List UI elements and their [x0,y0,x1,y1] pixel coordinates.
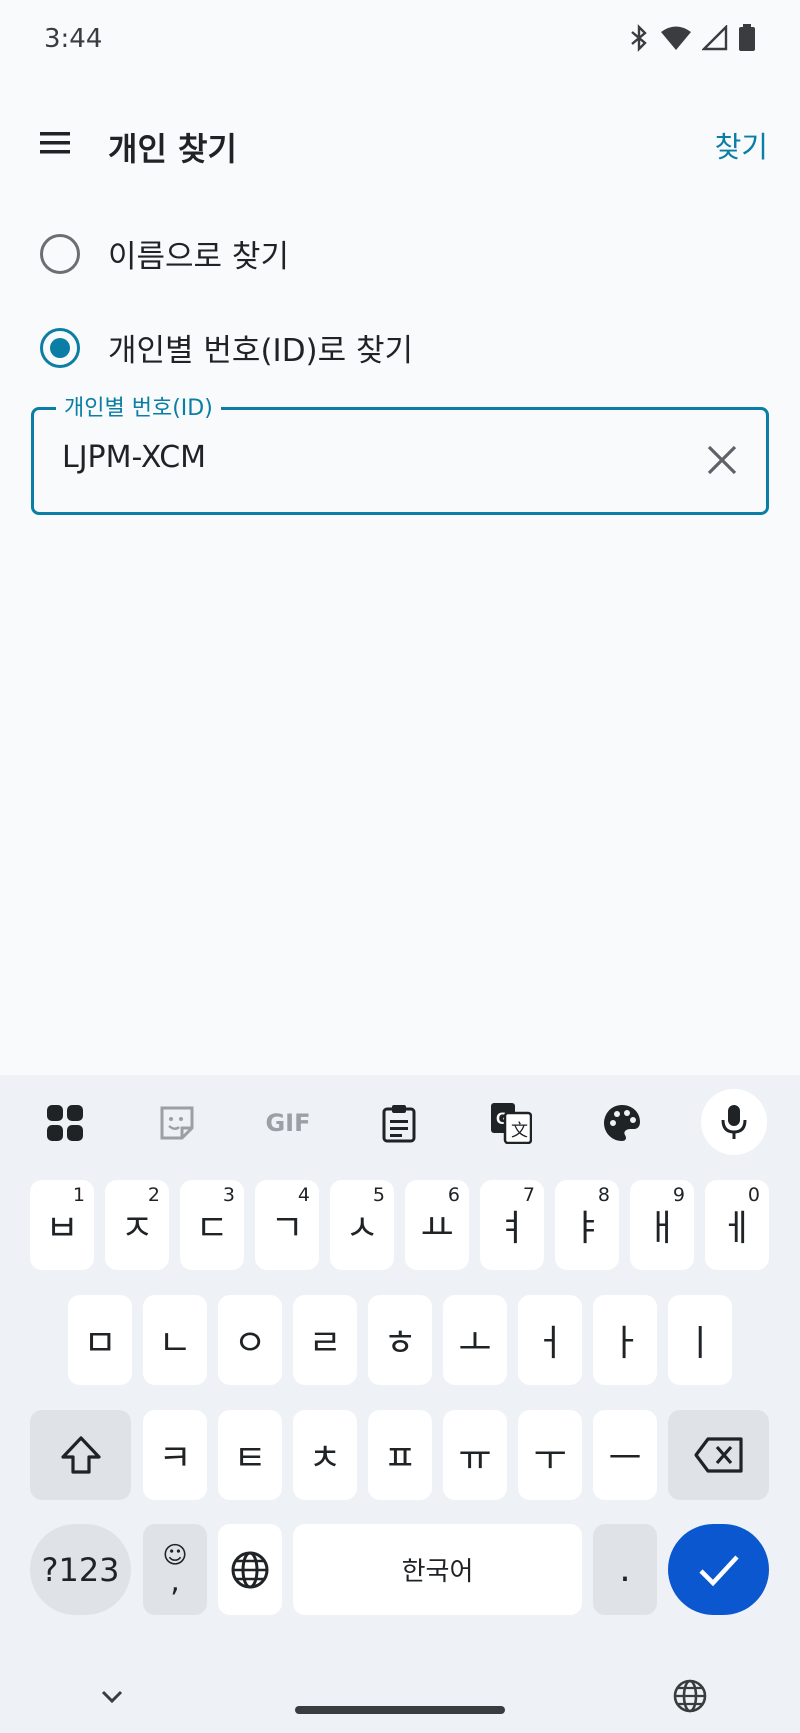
switch-keyboard-icon[interactable] [672,1678,708,1714]
apps-grid-icon[interactable] [43,1101,87,1145]
key[interactable]: ㅋ [143,1410,207,1500]
key[interactable]: ㅔ0 [705,1180,769,1270]
key[interactable]: ㄱ4 [255,1180,319,1270]
space-key[interactable]: 한국어 [293,1524,582,1615]
status-time: 3:44 [44,24,103,54]
mic-button[interactable] [701,1089,767,1155]
key[interactable]: ㅌ [218,1410,282,1500]
radio-label-name: 이름으로 찾기 [108,239,289,275]
id-field-label: 개인별 번호(ID) [56,390,221,422]
key[interactable]: ㅐ9 [630,1180,694,1270]
radio-option-name[interactable]: 이름으로 찾기 [40,231,289,276]
backspace-key[interactable] [668,1410,769,1500]
check-icon [698,1554,739,1586]
key[interactable]: ㅂ1 [30,1180,94,1270]
gif-icon[interactable]: GIF [260,1101,316,1145]
shift-icon [60,1436,101,1474]
globe-icon [231,1551,269,1588]
key[interactable]: ㅅ5 [330,1180,394,1270]
key[interactable]: ㅁ [68,1295,132,1385]
soft-keyboard: GIF G 文 ㅂ 1 ㅈ 2 ㄷ 3 ㄱ 4 ㅅ 5 ㅛ 6 ㅕ 7 ㅑ 8 … [0,1075,800,1733]
radio-button-id[interactable] [40,327,80,368]
battery-icon [739,24,755,51]
key[interactable]: ㅗ [443,1295,507,1385]
symbols-key[interactable]: ?123 [30,1524,131,1615]
key[interactable]: ㅑ8 [555,1180,619,1270]
find-button[interactable]: 찾기 [715,124,768,166]
translate-icon[interactable]: G 文 [489,1101,533,1145]
radio-button-name[interactable] [40,233,80,274]
key[interactable]: ㅡ [593,1410,657,1500]
key[interactable]: ㅛ6 [405,1180,469,1270]
signal-icon [702,25,728,51]
wifi-icon [661,26,691,50]
clear-icon[interactable] [704,442,740,478]
status-icons [628,24,756,52]
key[interactable]: ㅊ [293,1410,357,1500]
home-indicator[interactable] [295,1706,505,1714]
clipboard-icon[interactable] [377,1101,421,1145]
page-title: 개인 찾기 [108,130,237,168]
key[interactable]: ㅎ [368,1295,432,1385]
svg-text:文: 文 [511,1121,528,1141]
emoji-comma-key[interactable]: ☺ , [143,1524,207,1615]
key[interactable]: ㅇ [218,1295,282,1385]
key[interactable]: ㅠ [443,1410,507,1500]
period-key[interactable]: . [593,1524,657,1615]
radio-option-id[interactable]: 개인별 번호(ID)로 찾기 [40,325,413,370]
key[interactable]: ㅜ [518,1410,582,1500]
status-bar: 3:44 [0,0,800,80]
key[interactable]: ㅏ [593,1295,657,1385]
enter-key[interactable] [668,1524,769,1615]
radio-label-id: 개인별 번호(ID)로 찾기 [108,333,414,369]
palette-icon[interactable] [600,1101,644,1145]
key[interactable]: ㄷ3 [180,1180,244,1270]
key[interactable]: ㅣ [668,1295,732,1385]
hide-keyboard-icon[interactable] [98,1683,126,1711]
id-input-field[interactable]: 개인별 번호(ID) LJPM-XCM [31,390,769,515]
id-field-value[interactable]: LJPM-XCM [62,440,206,475]
key[interactable]: ㄴ [143,1295,207,1385]
mic-icon [721,1105,747,1139]
bluetooth-icon [631,24,647,52]
key[interactable]: ㅈ2 [105,1180,169,1270]
menu-icon[interactable] [38,126,72,160]
language-key[interactable] [218,1524,282,1615]
shift-key[interactable] [30,1410,131,1500]
sticker-icon[interactable] [155,1101,199,1145]
key[interactable]: ㅓ [518,1295,582,1385]
key[interactable]: ㄹ [293,1295,357,1385]
backspace-icon [693,1437,743,1473]
key[interactable]: ㅕ7 [480,1180,544,1270]
keyboard-toolbar: GIF G 文 [0,1075,800,1167]
key[interactable]: ㅍ [368,1410,432,1500]
